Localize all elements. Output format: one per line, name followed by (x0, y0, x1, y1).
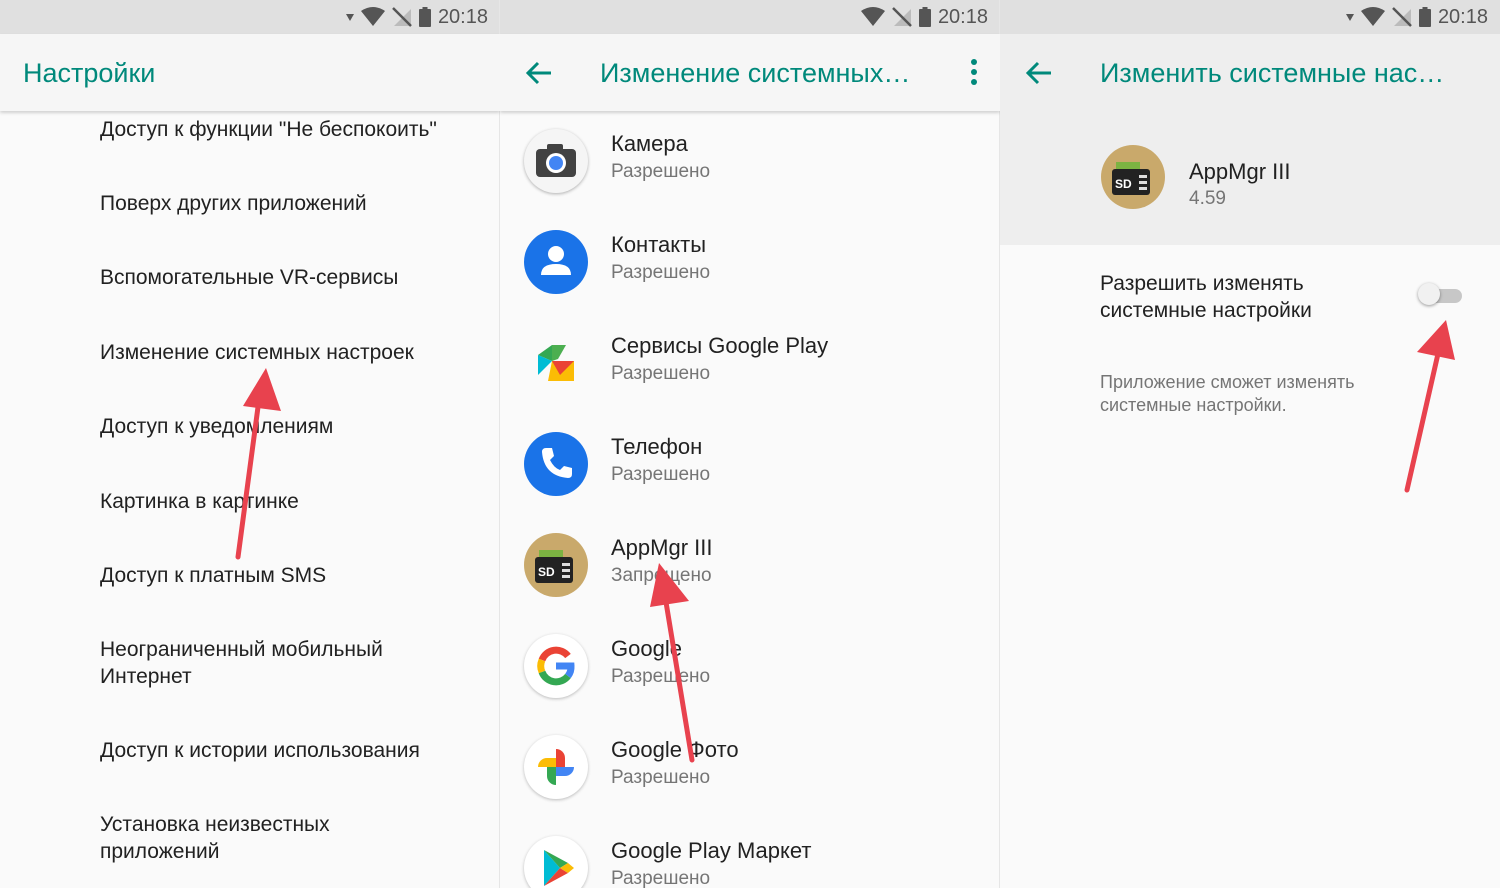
data-activity-icon (345, 14, 354, 21)
no-signal-icon (392, 7, 412, 27)
toggle-label-line2: системные настройки (1100, 299, 1312, 322)
google-icon (524, 634, 588, 698)
description-line1: Приложение сможет изменять (1100, 372, 1355, 392)
svg-text:SD: SD (1115, 177, 1132, 191)
app-bar: Изменить системные нас… (1000, 34, 1500, 111)
app-name: Телефон (611, 434, 703, 459)
battery-icon (418, 7, 431, 27)
app-row-contacts[interactable]: Контакты Разрешено (500, 212, 1000, 314)
app-permission-status: Разрешено (611, 666, 711, 687)
toggle-thumb (1418, 283, 1440, 305)
settings-panel: 20:18 Настройки Доступ к функции "Не бес… (0, 0, 500, 888)
contacts-icon (524, 230, 588, 294)
google-photos-icon (524, 735, 588, 799)
app-name: Камера (611, 131, 688, 156)
data-activity-icon (1345, 14, 1354, 21)
description-text: Приложение сможет изменять системные нас… (1100, 371, 1354, 417)
google-play-services-icon (524, 331, 588, 395)
app-name: Google Фото (611, 737, 739, 762)
app-name: Сервисы Google Play (611, 333, 829, 358)
app-name: Google (611, 636, 682, 661)
menu-item-label-line2: приложений (100, 840, 220, 863)
back-arrow-icon[interactable] (525, 60, 553, 86)
allow-modify-toggle[interactable] (1418, 283, 1462, 305)
app-permission-status: Разрешено (611, 464, 711, 485)
app-row-play-store[interactable]: Google Play Маркет Разрешено (500, 818, 1000, 888)
app-row-google[interactable]: Google Разрешено (500, 616, 1000, 718)
app-permission-status: Разрешено (611, 767, 711, 788)
app-permission-status: Разрешено (611, 161, 711, 182)
menu-item-picture-in-picture[interactable]: Картинка в картинке (100, 488, 490, 515)
menu-item-label-line1: Установка неизвестных (100, 813, 330, 836)
appmgr-icon: SD (1101, 145, 1165, 209)
page-title: Настройки (23, 58, 156, 88)
app-detail-panel: 20:18 Изменить системные нас… SD AppMgr … (1000, 0, 1500, 888)
app-row-google-photos[interactable]: Google Фото Разрешено (500, 717, 1000, 819)
battery-icon (918, 7, 931, 27)
app-bar: Изменение системных… (500, 34, 1000, 111)
app-name: AppMgr III (1189, 159, 1291, 184)
toggle-label-line1: Разрешить изменять (1100, 272, 1304, 295)
menu-item-notification-access[interactable]: Доступ к уведомлениям (100, 413, 490, 440)
page-title: Изменить системные нас… (1100, 58, 1445, 88)
back-arrow-icon[interactable] (1025, 60, 1053, 86)
app-name: Контакты (611, 232, 707, 257)
app-header: SD AppMgr III 4.59 (1000, 111, 1500, 245)
app-permission-status: Запрещено (611, 565, 712, 586)
status-time: 20:18 (437, 5, 488, 28)
app-permission-status: Разрешено (611, 262, 711, 283)
app-name: AppMgr III (611, 535, 713, 560)
menu-item-dnd-access[interactable]: Доступ к функции "Не беспокоить" (100, 116, 490, 143)
app-permission-status: Разрешено (611, 868, 711, 888)
menu-item-label-line2: Интернет (100, 665, 192, 688)
menu-item-premium-sms[interactable]: Доступ к платным SMS (100, 562, 490, 589)
wifi-icon (860, 7, 885, 26)
menu-item-unrestricted-data[interactable]: Неограниченный мобильный Интернет (100, 636, 490, 690)
app-permission-status: Разрешено (611, 363, 711, 384)
camera-icon (524, 129, 588, 193)
menu-item-label-line1: Неограниченный мобильный (100, 638, 383, 661)
menu-item-usage-access[interactable]: Доступ к истории использования (100, 737, 490, 764)
svg-text:SD: SD (538, 565, 555, 579)
phone-icon (524, 432, 588, 496)
app-name: Google Play Маркет (611, 838, 812, 863)
status-time: 20:18 (1437, 5, 1488, 28)
battery-icon (1418, 7, 1431, 27)
menu-item-modify-system-settings[interactable]: Изменение системных настроек (100, 339, 490, 366)
app-list-panel: 20:18 Изменение системных… Камера Разреш… (500, 0, 1000, 888)
app-row-camera[interactable]: Камера Разрешено (500, 111, 1000, 213)
appmgr-icon: SD (524, 533, 588, 597)
toggle-label: Разрешить изменять системные настройки (1100, 270, 1312, 324)
app-row-appmgr[interactable]: SD AppMgr III Запрещено (500, 515, 1000, 617)
status-bar: 20:18 (1000, 0, 1500, 34)
description-line2: системные настройки. (1100, 395, 1287, 415)
page-title: Изменение системных… (600, 58, 911, 88)
status-time: 20:18 (937, 5, 988, 28)
app-row-phone[interactable]: Телефон Разрешено (500, 414, 1000, 516)
status-bar: 20:18 (500, 0, 1000, 34)
menu-item-draw-over-apps[interactable]: Поверх других приложений (100, 190, 490, 217)
no-signal-icon (1392, 7, 1412, 27)
wifi-icon (360, 7, 385, 26)
overflow-menu-icon[interactable] (970, 58, 978, 86)
app-row-google-play-services[interactable]: Сервисы Google Play Разрешено (500, 313, 1000, 415)
status-bar: 20:18 (0, 0, 500, 34)
play-store-icon (524, 836, 588, 888)
wifi-icon (1360, 7, 1385, 26)
app-bar: Настройки (0, 34, 500, 111)
menu-item-install-unknown-apps[interactable]: Установка неизвестных приложений (100, 811, 490, 865)
menu-item-vr-services[interactable]: Вспомогательные VR-сервисы (100, 264, 490, 291)
no-signal-icon (892, 7, 912, 27)
app-version: 4.59 (1189, 188, 1226, 209)
